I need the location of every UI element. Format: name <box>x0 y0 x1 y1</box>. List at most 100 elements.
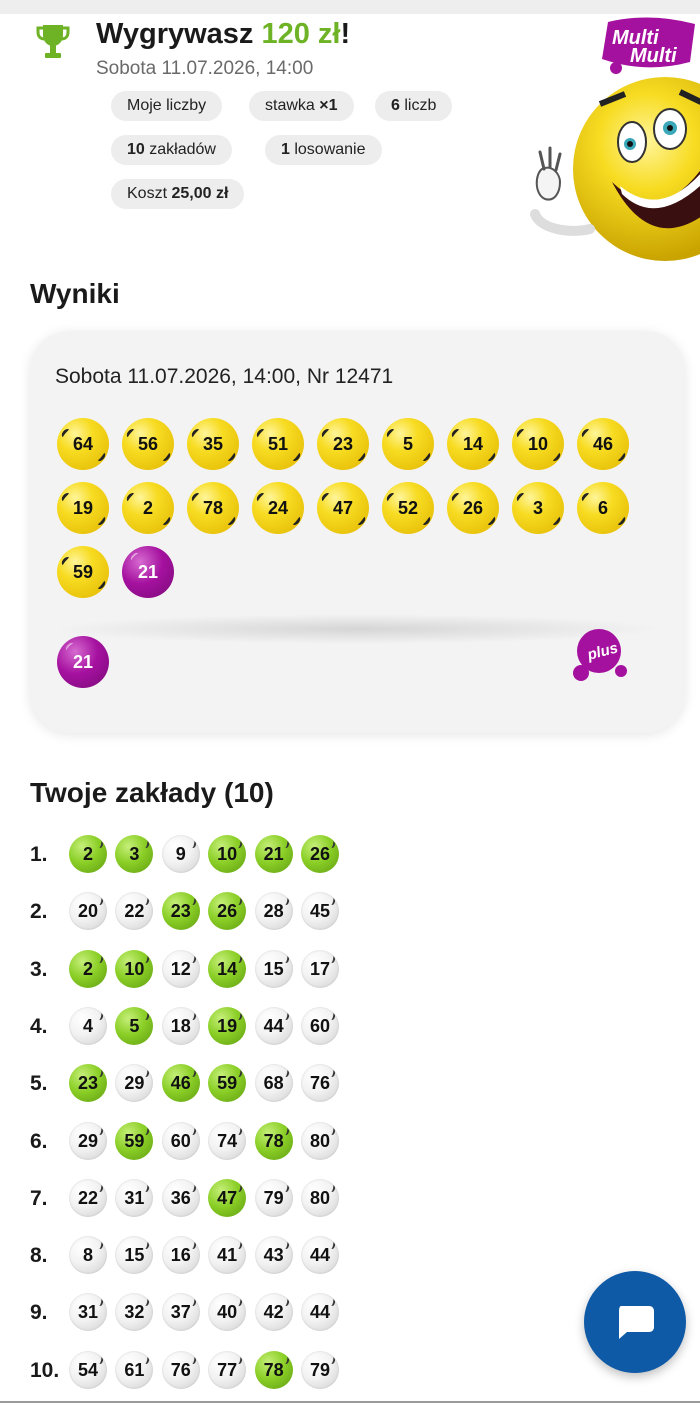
multi-ball: 21 <box>122 546 174 598</box>
bet-number-label: 2. <box>30 900 48 923</box>
plus-ball: 21 <box>57 636 109 688</box>
status-bar <box>0 0 700 14</box>
bet-ball: 40 <box>208 1293 247 1331</box>
bet-ball-hit: 14 <box>208 950 247 988</box>
bet-number-label: 1. <box>30 843 48 866</box>
drawn-ball: 52 <box>382 482 434 534</box>
chip-number-count: 6 liczb <box>375 91 453 121</box>
bet-number-label: 4. <box>30 1015 48 1038</box>
bet-number-label: 10. <box>30 1359 60 1382</box>
bet-ball: 15 <box>115 1236 154 1274</box>
trophy-icon <box>36 25 70 58</box>
logo-text-2: Multi <box>630 45 677 67</box>
bet-ball-hit: 26 <box>208 892 247 930</box>
bet-ball-hit: 2 <box>69 835 107 873</box>
bet-ball: 15 <box>254 950 293 988</box>
drawn-ball: 5 <box>382 418 434 470</box>
drawn-ball: 19 <box>57 482 109 534</box>
drawn-ball: 26 <box>447 482 499 534</box>
bet-ball-hit: 26 <box>301 835 339 873</box>
chip-cost: Koszt 25,00 zł <box>111 179 245 209</box>
bet-ball: 76 <box>161 1351 200 1389</box>
bet-ball: 4 <box>69 1007 107 1045</box>
chip-stake-value: ×1 <box>319 97 338 114</box>
bet-ball: 17 <box>301 950 339 988</box>
bet-ball: 76 <box>301 1064 339 1102</box>
bet-ball-hit: 78 <box>254 1351 293 1389</box>
bet-number-label: 5. <box>30 1072 48 1095</box>
bet-ball: 29 <box>115 1064 154 1102</box>
bet-row: 7. 22 31 36 47 79 80 <box>30 1179 370 1219</box>
bet-ball: 61 <box>115 1351 154 1389</box>
bet-ball-hit: 59 <box>208 1064 247 1102</box>
bet-ball: 31 <box>69 1293 107 1331</box>
bet-ball-hit: 10 <box>115 950 154 988</box>
chat-bubble-icon <box>619 1306 654 1339</box>
bet-ball-hit: 19 <box>208 1007 247 1045</box>
chip-bets-value: 10 <box>127 141 145 158</box>
bet-row: 8. 8 15 16 41 43 44 <box>30 1236 370 1276</box>
bet-ball: 68 <box>254 1064 293 1102</box>
drawn-ball: 46 <box>577 418 629 470</box>
bet-row: 2. 20 22 23 26 28 45 <box>30 892 370 932</box>
bet-ball-hit: 59 <box>115 1122 154 1160</box>
bet-number-label: 8. <box>30 1244 48 1267</box>
bet-ball-hit: 21 <box>254 835 293 873</box>
drawn-ball: 51 <box>252 418 304 470</box>
bet-ball-hit: 23 <box>161 892 200 930</box>
bet-ball-hit: 78 <box>254 1122 293 1160</box>
bet-ball: 79 <box>254 1179 293 1217</box>
bet-ball: 18 <box>161 1007 200 1045</box>
bet-number-label: 9. <box>30 1301 48 1324</box>
chip-bets-count: 10 zakładów <box>111 135 232 165</box>
chip-stake-label: stawka <box>265 97 320 114</box>
drawn-ball: 23 <box>317 418 369 470</box>
drawn-ball: 3 <box>512 482 564 534</box>
bet-ball: 8 <box>69 1236 107 1274</box>
drawn-ball: 6 <box>577 482 629 534</box>
drawn-ball: 2 <box>122 482 174 534</box>
chat-button[interactable] <box>584 1271 686 1373</box>
bet-row: 1. 2 3 9 10 21 26 <box>30 835 370 875</box>
chip-cost-label: Koszt <box>127 185 172 202</box>
bet-number-label: 7. <box>30 1187 48 1210</box>
bet-ball: 28 <box>254 892 293 930</box>
drawn-ball: 59 <box>57 546 109 598</box>
chip-bets-label: zakładów <box>144 141 216 158</box>
drawn-ball: 47 <box>317 482 369 534</box>
bet-ball: 22 <box>69 1179 107 1217</box>
win-title: Wygrywasz 120 zł! <box>96 18 350 51</box>
bet-row: 9. 31 32 37 40 42 44 <box>30 1293 370 1333</box>
bet-ball: 43 <box>254 1236 293 1274</box>
bet-ball: 31 <box>115 1179 154 1217</box>
bet-ball: 44 <box>301 1236 339 1274</box>
bet-ball-hit: 47 <box>208 1179 247 1217</box>
bet-ball: 32 <box>115 1293 154 1331</box>
bet-ball: 80 <box>301 1179 339 1217</box>
bet-row: 6. 29 59 60 74 78 80 <box>30 1122 370 1162</box>
chip-draws-value: 1 <box>281 141 290 158</box>
results-card: Sobota 11.07.2026, 14:00, Nr 12471 64 56 3… <box>30 331 685 733</box>
bet-ball: 41 <box>208 1236 247 1274</box>
win-title-suffix: ! <box>340 18 351 50</box>
bet-row: 3. 2 10 12 14 15 17 <box>30 950 370 990</box>
bet-ball: 9 <box>161 835 200 873</box>
bet-ball: 16 <box>161 1236 200 1274</box>
win-amount: 120 zł <box>261 18 341 50</box>
bet-ball: 45 <box>301 892 339 930</box>
bet-ball-hit: 23 <box>69 1064 107 1102</box>
bet-ball: 36 <box>161 1179 200 1217</box>
bet-ball: 79 <box>301 1351 339 1389</box>
chip-count-label: liczb <box>399 97 437 114</box>
bet-ball: 44 <box>254 1007 293 1045</box>
bet-row: 4. 4 5 18 19 44 60 <box>30 1007 370 1047</box>
chip-draws-count: 1 losowanie <box>265 135 382 165</box>
bet-ball: 42 <box>254 1293 293 1331</box>
chip-count-value: 6 <box>391 97 400 114</box>
bet-ball: 80 <box>301 1122 339 1160</box>
chip-my-numbers-label: Moje liczby <box>127 97 207 114</box>
bets-title: Twoje zakłady (10) <box>30 777 274 808</box>
win-title-prefix: Wygrywasz <box>96 18 262 50</box>
drawn-ball: 14 <box>447 418 499 470</box>
bet-ball-hit: 3 <box>115 835 154 873</box>
